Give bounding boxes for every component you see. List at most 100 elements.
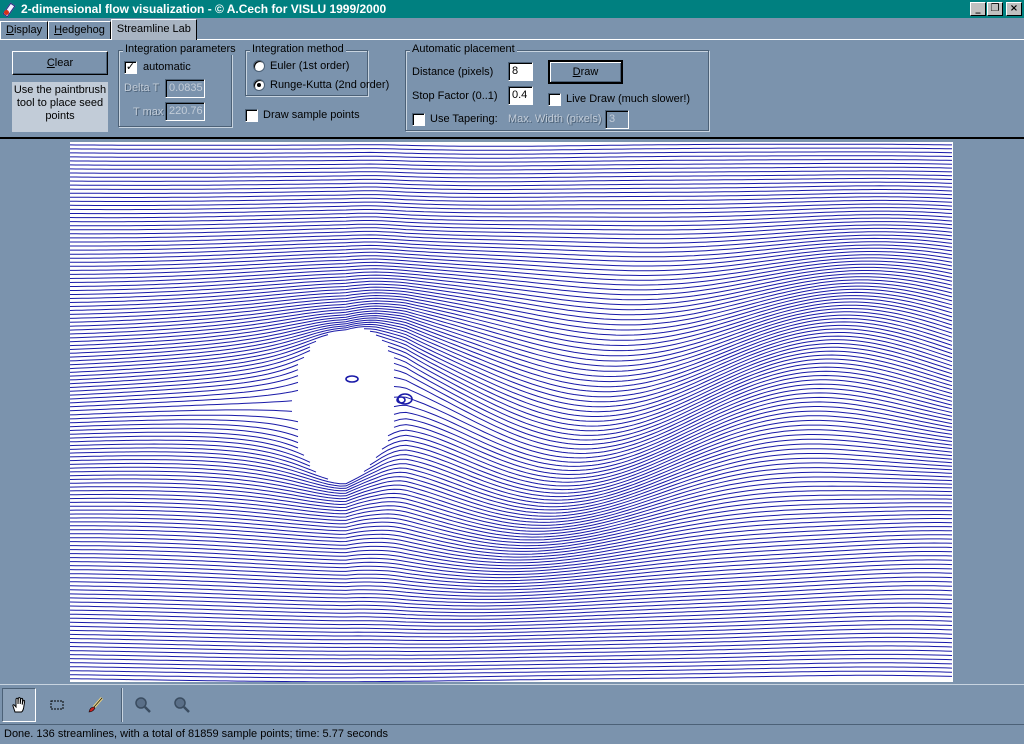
live-draw-checkbox[interactable] xyxy=(548,93,561,106)
t-max-field[interactable]: 220.76 xyxy=(165,102,205,121)
streamline xyxy=(70,410,953,483)
streamline xyxy=(70,181,953,187)
runge-kutta-radio[interactable] xyxy=(253,79,265,91)
clear-button[interactable]: Clear xyxy=(12,51,108,75)
streamline xyxy=(70,189,953,194)
streamline xyxy=(70,151,953,155)
integration-parameters-legend: Integration parameters xyxy=(123,43,238,55)
tab-display-accel: D xyxy=(6,24,14,36)
streamline xyxy=(70,559,953,588)
streamline xyxy=(70,214,953,223)
streamline xyxy=(70,221,953,231)
draw-sample-points-label: Draw sample points xyxy=(263,109,360,121)
stop-factor-label: Stop Factor (0..1) xyxy=(412,90,498,102)
streamline xyxy=(70,649,953,660)
title-bar[interactable]: 2-dimensional flow visualization - © A.C… xyxy=(0,0,1024,18)
tab-streamline-lab[interactable]: Streamline Lab xyxy=(110,19,197,40)
paintbrush-icon xyxy=(88,697,104,713)
streamline xyxy=(70,177,953,183)
streamline xyxy=(70,147,953,151)
streamline xyxy=(70,538,953,573)
streamline xyxy=(70,162,953,167)
tab-display-label: isplay xyxy=(13,24,43,36)
tab-streamline-lab-label: Streamline Lab xyxy=(116,23,191,35)
streamline xyxy=(70,224,953,235)
streamline xyxy=(70,666,953,675)
streamline xyxy=(70,170,953,175)
max-width-label: Max. Width (pixels) xyxy=(508,113,602,125)
zoom-in-tool[interactable] xyxy=(126,688,160,722)
streamline-plot xyxy=(70,143,953,682)
streamline xyxy=(70,415,953,487)
vortex-ring xyxy=(345,375,359,383)
streamline xyxy=(70,166,953,171)
flow-canvas[interactable] xyxy=(70,142,953,682)
streamline xyxy=(70,658,953,667)
streamline xyxy=(70,457,953,517)
close-button[interactable]: × xyxy=(1006,2,1022,16)
magnifier-icon xyxy=(174,697,190,713)
use-tapering-checkbox[interactable] xyxy=(412,113,425,126)
streamline xyxy=(70,217,953,227)
tab-strip: Display Hedgehog Streamline Lab xyxy=(0,19,197,40)
streamline xyxy=(70,143,952,147)
tab-hedgehog-accel: H xyxy=(54,24,63,36)
streamline xyxy=(70,159,953,163)
automatic-placement-legend: Automatic placement xyxy=(410,43,517,55)
restore-button[interactable]: ❐ xyxy=(987,2,1003,16)
tab-display[interactable]: Display xyxy=(0,21,49,40)
streamline xyxy=(70,615,953,631)
rectangle-select-icon xyxy=(50,700,64,710)
delta-t-field[interactable]: 0.0835 xyxy=(165,79,205,98)
hand-tool[interactable] xyxy=(2,688,36,722)
window-controls: _ ❐ × xyxy=(969,2,1022,16)
draw-sample-points-checkbox[interactable] xyxy=(245,109,258,122)
select-tool[interactable] xyxy=(40,688,74,722)
status-bar: Done. 136 streamlines, with a total of 8… xyxy=(0,724,1024,744)
t-max-label: T max xyxy=(133,106,164,118)
streamline xyxy=(70,396,953,472)
toolbar-separator xyxy=(121,688,123,722)
streamline xyxy=(70,383,953,459)
streamline xyxy=(70,155,953,159)
minimize-button[interactable]: _ xyxy=(970,2,986,16)
window-title: 2-dimensional flow visualization - © A.C… xyxy=(21,2,387,16)
draw-button-accel: D xyxy=(572,66,581,78)
paintbrush-tool[interactable] xyxy=(79,688,113,722)
seed-points-hint: Use the paintbrush tool to place seed po… xyxy=(12,82,108,132)
streamline xyxy=(70,350,953,432)
streamline xyxy=(70,653,953,664)
euler-radio[interactable] xyxy=(253,60,265,72)
streamline xyxy=(70,244,953,262)
streamline xyxy=(70,485,953,535)
tool-bar xyxy=(0,684,1024,724)
live-draw-label: Live Draw (much slower!) xyxy=(566,93,691,105)
streamline xyxy=(70,419,953,491)
distance-label: Distance (pixels) xyxy=(412,66,494,78)
streamline-lab-panel: Clear Use the paintbrush tool to place s… xyxy=(0,39,1024,139)
magnifier-icon xyxy=(135,697,151,713)
streamline xyxy=(70,185,953,191)
streamline xyxy=(70,210,953,219)
clear-button-label: lear xyxy=(54,57,74,69)
app-icon xyxy=(3,2,17,16)
euler-label: Euler (1st order) xyxy=(270,60,350,72)
streamline xyxy=(70,662,953,671)
use-tapering-label: Use Tapering: xyxy=(430,113,498,125)
automatic-checkbox[interactable]: ✓ xyxy=(124,61,137,74)
draw-button[interactable]: Draw xyxy=(548,60,623,84)
hand-icon xyxy=(12,697,26,713)
tab-hedgehog[interactable]: Hedgehog xyxy=(48,21,111,40)
streamline xyxy=(70,317,953,383)
zoom-out-tool[interactable] xyxy=(165,688,199,722)
distance-field[interactable]: 8 xyxy=(508,62,533,81)
delta-t-label: Delta T xyxy=(124,82,160,94)
streamline xyxy=(70,323,953,398)
streamline xyxy=(70,174,953,179)
stop-factor-field[interactable]: 0.4 xyxy=(508,86,533,105)
clear-button-accel: C xyxy=(46,57,55,69)
max-width-field[interactable]: 3 xyxy=(605,110,629,129)
tab-hedgehog-label: edgehog xyxy=(62,24,105,36)
automatic-label: automatic xyxy=(143,61,191,73)
streamline xyxy=(70,266,953,296)
